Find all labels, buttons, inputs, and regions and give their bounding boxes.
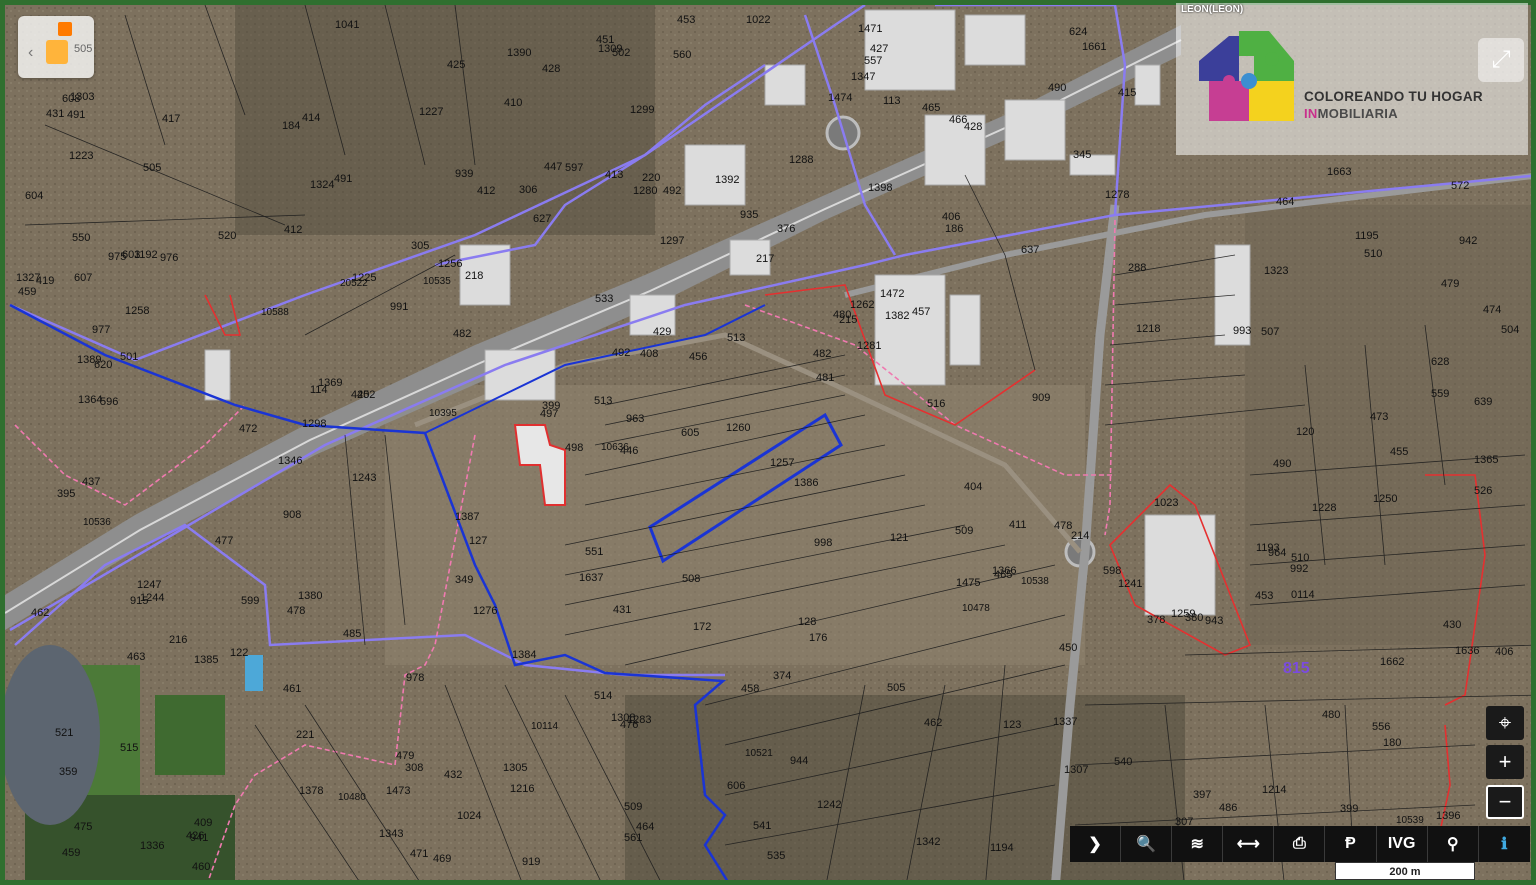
- tool-search-button[interactable]: 🔍: [1121, 826, 1173, 862]
- zoom-out-button[interactable]: −: [1486, 785, 1524, 819]
- info-icon: ℹ: [1501, 836, 1508, 853]
- tool-collapse-button[interactable]: ❯: [1070, 826, 1122, 862]
- puzzle-house-logo-icon: [1199, 31, 1294, 121]
- switch-arrow-icon: ‹: [28, 44, 34, 61]
- layer-switch-label: 505: [74, 43, 93, 55]
- locate-button[interactable]: ⌖: [1486, 706, 1524, 740]
- print-icon: ⎙: [1293, 835, 1306, 852]
- terrain-dark-top: [235, 5, 655, 235]
- zoom-in-button[interactable]: +: [1486, 745, 1524, 779]
- search-icon: 🔍: [1136, 836, 1157, 853]
- tool-layers-button[interactable]: ≋: [1172, 826, 1224, 862]
- tool-bike-button[interactable]: ⚲: [1428, 826, 1479, 862]
- ivg-label: IVG: [1387, 835, 1416, 852]
- measure-icon: ⟷: [1236, 836, 1260, 853]
- plus-icon: +: [1498, 749, 1512, 774]
- layer-tile-icon: [46, 40, 68, 64]
- tool-info-button[interactable]: ℹ: [1479, 826, 1530, 862]
- scale-bar: 200 m: [1335, 862, 1475, 880]
- minus-icon: −: [1498, 789, 1512, 814]
- basemap-switch-button[interactable]: ‹ 505: [18, 16, 94, 78]
- brand-name-line2: INMOBILIARIA: [1304, 106, 1398, 121]
- tool-parcel-button[interactable]: Ᵽ: [1325, 826, 1377, 862]
- chevron-right-icon: ❯: [1088, 836, 1102, 853]
- sector-label: 815: [1283, 660, 1310, 677]
- brand-accent: IN: [1304, 106, 1318, 121]
- layer-tile-icon: [58, 22, 72, 36]
- pool: [245, 655, 263, 691]
- agency-logo-panel: LEON(LEON) COLOREANDO TU HOGAR INMOBILIA…: [1176, 3, 1528, 155]
- map-toolbar: ❯ 🔍 ≋ ⟷ ⎙ Ᵽ IVG ⚲ ℹ: [1070, 826, 1530, 862]
- park-area-2: [155, 695, 225, 775]
- location-caption: LEON(LEON): [1181, 4, 1244, 15]
- crosshair-icon: ⌖: [1498, 710, 1512, 735]
- terrain-light: [385, 385, 1085, 665]
- brand-rest: MOBILIARIA: [1317, 106, 1398, 121]
- tool-measure-button[interactable]: ⟷: [1223, 826, 1275, 862]
- fullscreen-button[interactable]: ⤢: [1478, 38, 1524, 82]
- parcel-icon: Ᵽ: [1345, 835, 1356, 852]
- bicycle-icon: ⚲: [1446, 836, 1459, 853]
- terrain-right: [1245, 205, 1531, 645]
- brand-name-line1: COLOREANDO TU HOGAR: [1304, 89, 1483, 104]
- expand-icon: ⤢: [1491, 46, 1511, 73]
- layers-icon: ≋: [1190, 836, 1204, 853]
- tool-ivg-button[interactable]: IVG: [1377, 826, 1428, 862]
- tool-print-button[interactable]: ⎙: [1274, 826, 1326, 862]
